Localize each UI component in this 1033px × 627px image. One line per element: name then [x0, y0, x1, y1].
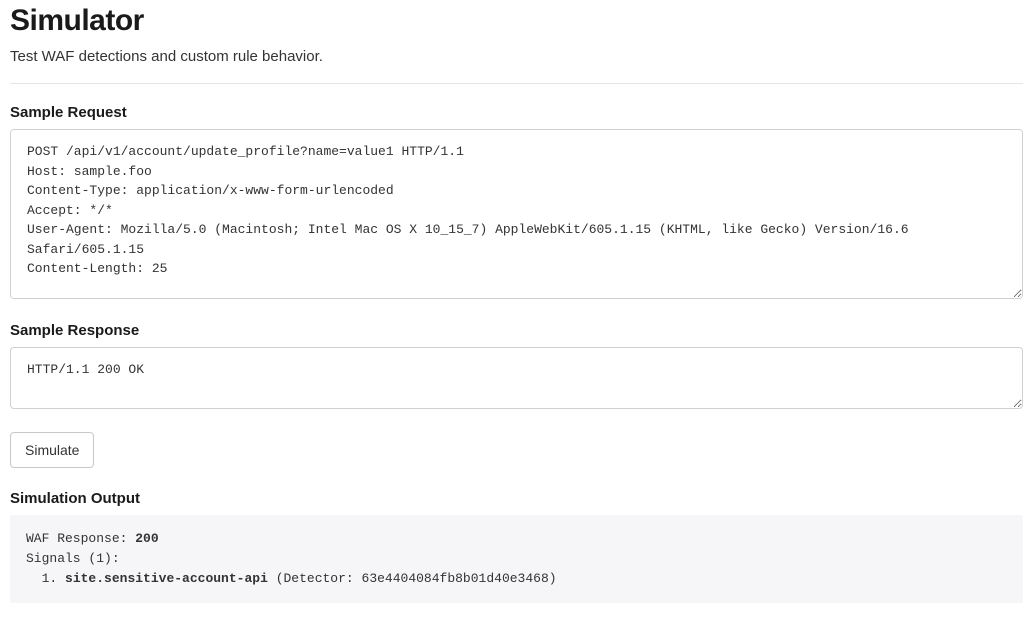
simulation-output-box: WAF Response: 200 Signals (1): 1. site.s…: [10, 515, 1023, 603]
signal-detector: (Detector: 63e4404084fb8b01d40e3468): [276, 571, 557, 586]
signal-name: site.sensitive-account-api: [65, 571, 268, 586]
page-subtitle: Test WAF detections and custom rule beha…: [10, 48, 1023, 65]
waf-response-code: 200: [135, 531, 158, 546]
simulation-output-label: Simulation Output: [10, 490, 1023, 507]
waf-response-label: WAF Response:: [26, 531, 135, 546]
signal-index: 1.: [42, 571, 58, 586]
sample-response-textarea[interactable]: [10, 347, 1023, 409]
sample-response-label: Sample Response: [10, 322, 1023, 339]
simulate-button[interactable]: Simulate: [10, 432, 94, 468]
divider: [10, 83, 1023, 84]
sample-request-textarea[interactable]: [10, 129, 1023, 299]
page-title: Simulator: [10, 4, 1023, 38]
sample-request-label: Sample Request: [10, 104, 1023, 121]
signals-label: Signals (1):: [26, 551, 120, 566]
